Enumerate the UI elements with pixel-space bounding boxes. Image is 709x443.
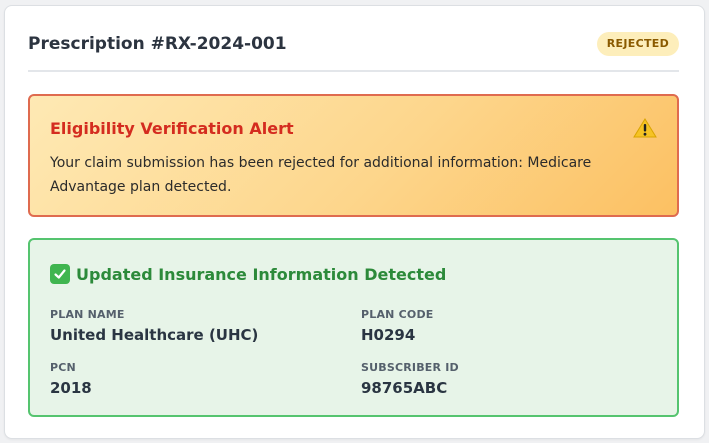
field-value: 98765ABC [361,379,448,397]
field-label: PLAN NAME [50,308,125,321]
plan-code-field: PLAN CODE H0294 [361,308,434,344]
alert-title: Eligibility Verification Alert [50,119,294,138]
field-value: United Healthcare (UHC) [50,326,259,344]
plan-name-field: PLAN NAME United Healthcare (UHC) [50,308,258,344]
warning-icon [633,118,657,138]
card-header: Prescription #RX-2024-001 REJECTED [28,32,679,72]
status-badge: REJECTED [596,32,679,56]
field-label: PCN [50,361,76,374]
prescription-title: Prescription #RX-2024-001 [28,34,287,54]
field-label: PLAN CODE [361,308,434,321]
alert-message: Your claim submission has been rejected … [50,155,592,195]
insurance-info-panel: Updated Insurance Information Detected P… [28,238,679,417]
pcn-field: PCN 2018 [50,361,92,397]
insurance-info-header: Updated Insurance Information Detected [50,264,446,284]
prescription-card: Prescription #RX-2024-001 REJECTED Eligi… [4,5,705,439]
subscriber-id-field: SUBSCRIBER ID 98765ABC [361,361,459,397]
field-value: 2018 [50,379,92,397]
field-value: H0294 [361,326,416,344]
field-label: SUBSCRIBER ID [361,361,459,374]
check-mark-icon [50,264,70,284]
insurance-info-title: Updated Insurance Information Detected [76,264,447,284]
eligibility-alert: Eligibility Verification Alert Your clai… [28,94,679,217]
